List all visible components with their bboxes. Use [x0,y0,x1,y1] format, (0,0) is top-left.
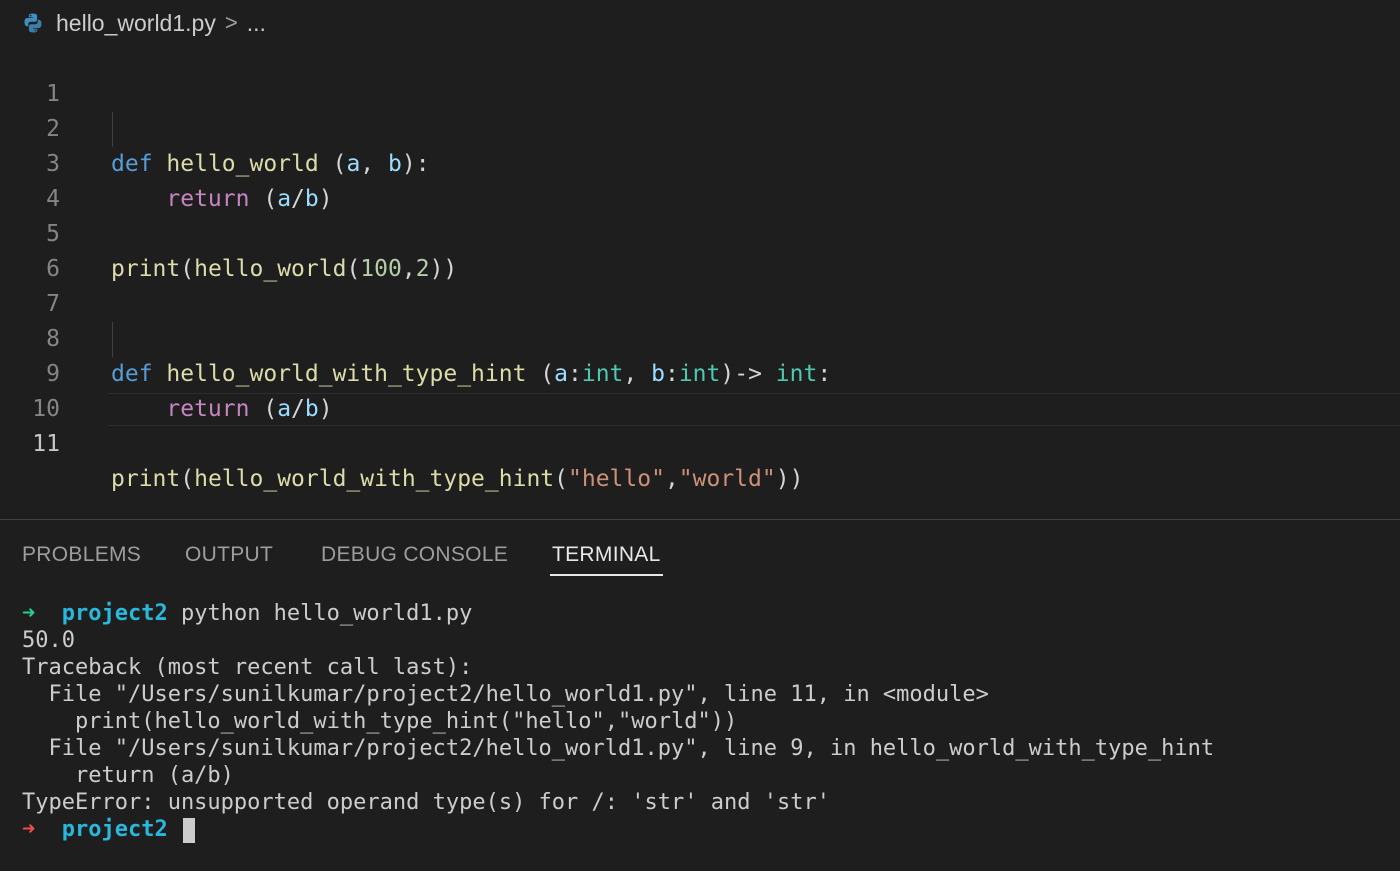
active-tab-indicator [550,574,663,576]
prompt-arrow-icon: ➜ [22,817,36,842]
code-line-current: 11 print(hello_world_with_type_hint("hel… [0,392,1400,492]
punct-token: ( [554,466,568,492]
code-line: 1 [0,42,1400,107]
line-number-current: 11 [32,431,60,457]
function-token: print [111,466,181,492]
terminal-output-line: File "/Users/sunilkumar/project2/hello_w… [22,682,989,707]
code-line: 5 print(hello_world(100,2)) [0,182,1400,282]
terminal-command: python hello_world1.py [167,601,473,626]
chevron-right-icon: > [224,10,238,35]
terminal-cursor [182,817,195,843]
terminal-error-line: TypeError: unsupported operand type(s) f… [22,790,830,815]
code-line: 2 def hello_world (a, b): [0,77,1400,177]
code-line: 7 [0,252,1400,317]
terminal-output-line: return (a/b) [22,763,234,788]
punct-token: ( [180,466,195,492]
punct-token: )) [775,466,804,492]
vscode-window: hello_world1.py > ... 1 2 def hello_worl… [0,0,1400,871]
string-token: "world" [678,466,776,492]
code-line: 10 [0,357,1400,422]
tab-debug-console[interactable]: DEBUG CONSOLE [321,543,508,567]
panel-divider[interactable] [0,519,1400,520]
code-line: 3 return (a/b) [0,112,1400,212]
tab-problems[interactable]: PROBLEMS [22,543,141,567]
terminal-prompt-line: ➜ project2 python hello_world1.py [22,600,472,627]
terminal[interactable]: ➜ project2 python hello_world1.py 50.0 T… [0,600,1400,871]
string-token: "hello" [568,466,665,492]
function-token: hello_world_with_type_hint [194,466,555,492]
code-line: 9 return (a/b) [0,322,1400,422]
code-line: 6 [0,217,1400,282]
code-line: 8 def hello_world_with_type_hint (a:int,… [0,287,1400,387]
python-icon [22,12,44,34]
code-line: 4 [0,147,1400,212]
terminal-output-line: 50.0 [22,628,75,653]
prompt-directory: project2 [61,817,168,842]
terminal-output-line: File "/Users/sunilkumar/project2/hello_w… [22,736,1215,761]
breadcrumb[interactable]: hello_world1.py > ... [22,6,266,40]
prompt-arrow-icon: ➜ [22,601,36,626]
panel-tab-bar: PROBLEMS OUTPUT DEBUG CONSOLE TERMINAL [0,536,1400,580]
breadcrumb-symbol-ellipsis[interactable]: ... [247,10,266,37]
breadcrumb-file[interactable]: hello_world1.py [56,10,216,37]
code-text: print(hello_world_with_type_hint("hello"… [111,462,803,497]
code-editor[interactable]: 1 2 def hello_world (a, b): 3 return (a/… [0,42,1400,492]
tab-terminal[interactable]: TERMINAL [552,543,661,567]
terminal-output-line: print(hello_world_with_type_hint("hello"… [22,709,738,734]
terminal-output-line: Traceback (most recent call last): [22,655,473,680]
prompt-directory: project2 [61,601,168,626]
tab-output[interactable]: OUTPUT [185,543,273,567]
terminal-prompt-line: ➜ project2 [22,816,195,843]
punct-token: , [664,466,679,492]
